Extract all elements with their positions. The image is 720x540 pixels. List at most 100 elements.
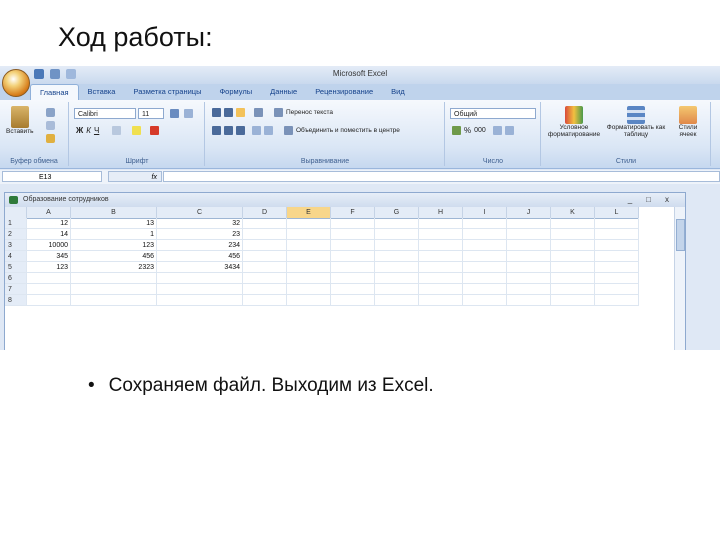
cell[interactable] [27,284,71,295]
thousands-button[interactable]: 000 [474,127,486,134]
cell[interactable] [419,229,463,240]
cell[interactable] [507,251,551,262]
align-left-icon[interactable] [212,126,221,135]
cell[interactable] [551,229,595,240]
cell[interactable]: 234 [157,240,243,251]
cell[interactable] [375,229,419,240]
column-header[interactable]: H [419,207,463,218]
cell[interactable] [551,218,595,229]
underline-button[interactable]: Ч [94,126,99,135]
cell[interactable]: 456 [157,251,243,262]
cell[interactable] [507,295,551,306]
cell[interactable] [595,262,639,273]
align-bottom-icon[interactable] [236,108,245,117]
cell[interactable] [331,262,375,273]
tab-view[interactable]: Вид [382,84,414,100]
row-header[interactable]: 8 [5,295,27,306]
column-header[interactable]: C [157,207,243,218]
cell[interactable]: 123 [27,262,71,273]
cell[interactable] [71,284,157,295]
shrink-font-icon[interactable] [184,109,193,118]
cell[interactable] [27,295,71,306]
cell[interactable] [287,251,331,262]
font-name-select[interactable]: Calibri [74,108,136,119]
cell[interactable] [243,262,287,273]
cell[interactable] [331,251,375,262]
align-top-icon[interactable] [212,108,221,117]
cell[interactable]: 12 [27,218,71,229]
cell[interactable] [243,295,287,306]
cell[interactable] [157,284,243,295]
cell[interactable] [551,240,595,251]
cell[interactable] [463,251,507,262]
name-box[interactable]: E13 [2,171,102,182]
cell[interactable] [27,273,71,284]
cell[interactable] [551,262,595,273]
increase-indent-icon[interactable] [264,126,273,135]
cell[interactable] [331,295,375,306]
fill-color-icon[interactable] [132,126,142,135]
cell[interactable] [375,251,419,262]
borders-icon[interactable] [112,126,122,135]
column-header[interactable]: I [463,207,507,218]
cell[interactable] [595,218,639,229]
cell[interactable] [595,295,639,306]
cell-styles-button[interactable]: Стили ячеек [670,106,706,138]
cell[interactable] [243,273,287,284]
align-middle-icon[interactable] [224,108,233,117]
column-header[interactable]: K [551,207,595,218]
cell[interactable]: 10000 [27,240,71,251]
tab-insert[interactable]: Вставка [79,84,125,100]
column-header[interactable]: D [243,207,287,218]
cell[interactable] [419,218,463,229]
column-header[interactable]: J [507,207,551,218]
cell[interactable] [595,240,639,251]
cell[interactable]: 456 [71,251,157,262]
decrease-indent-icon[interactable] [252,126,261,135]
cell[interactable] [507,240,551,251]
conditional-format-button[interactable]: Условное форматирование [546,106,602,138]
align-center-icon[interactable] [224,126,233,135]
cell[interactable] [331,240,375,251]
italic-button[interactable]: К [86,126,91,135]
format-painter-icon[interactable] [46,134,55,143]
cell[interactable] [463,218,507,229]
row-header[interactable]: 7 [5,284,27,295]
column-header[interactable]: G [375,207,419,218]
row-header[interactable]: 6 [5,273,27,284]
column-header[interactable]: L [595,207,639,218]
grow-font-icon[interactable] [170,109,179,118]
cell[interactable] [463,240,507,251]
cell[interactable] [287,229,331,240]
cell[interactable] [71,273,157,284]
tab-home[interactable]: Главная [30,84,79,101]
undo-icon[interactable] [50,69,60,79]
row-header[interactable]: 1 [5,218,27,229]
minimize-button[interactable]: _ [628,193,632,207]
vertical-scrollbar[interactable] [674,207,685,350]
number-format-select[interactable]: Общий [450,108,536,119]
cell[interactable] [463,273,507,284]
cell[interactable] [375,240,419,251]
cell[interactable]: 32 [157,218,243,229]
cell[interactable] [419,251,463,262]
decrease-decimal-icon[interactable] [504,126,514,135]
cell[interactable] [157,295,243,306]
column-header[interactable]: A [27,207,71,218]
cell[interactable] [287,218,331,229]
cell[interactable]: 1 [71,229,157,240]
cell[interactable] [287,240,331,251]
cell[interactable]: 345 [27,251,71,262]
cell[interactable] [375,284,419,295]
select-all-corner[interactable] [5,207,27,218]
cell[interactable]: 2323 [71,262,157,273]
office-button[interactable] [2,69,30,97]
column-header[interactable]: B [71,207,157,218]
cell[interactable] [507,273,551,284]
cell[interactable] [507,218,551,229]
restore-button[interactable]: □ [646,193,651,207]
cell[interactable] [463,295,507,306]
merge-icon[interactable] [284,126,293,135]
cell[interactable] [595,284,639,295]
row-header[interactable]: 3 [5,240,27,251]
